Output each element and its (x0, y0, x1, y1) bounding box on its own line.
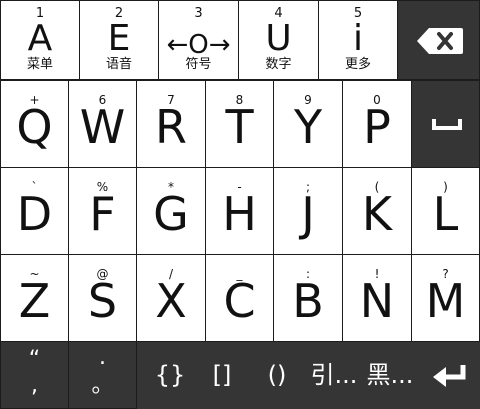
key-letter: M (425, 274, 466, 328)
key-letter: W (79, 100, 126, 154)
key-f[interactable]: % F (68, 167, 137, 255)
key-letter: A (27, 18, 53, 59)
key-p[interactable]: 0 P (342, 80, 412, 168)
key-k[interactable]: ( K (342, 167, 412, 255)
key-letter: H (222, 187, 257, 241)
key-q[interactable]: + Q (0, 80, 69, 168)
key-letter: R (155, 100, 187, 154)
key-s[interactable]: @ S (68, 254, 137, 342)
candidate-braces[interactable]: {} (148, 342, 192, 409)
key-x[interactable]: / X (136, 254, 206, 342)
punct-bottom: , (31, 373, 38, 398)
key-letter: D (16, 187, 53, 241)
key-t[interactable]: 8 T (205, 80, 274, 168)
key-letter: C (223, 274, 256, 328)
key-b[interactable]: : B (273, 254, 343, 342)
backspace-key[interactable] (397, 0, 480, 80)
enter-key[interactable] (420, 342, 480, 409)
space-key[interactable] (411, 80, 480, 168)
key-y[interactable]: 9 Y (273, 80, 343, 168)
key-n[interactable]: ! N (342, 254, 412, 342)
candidate-word-1[interactable]: 引... (306, 342, 362, 409)
key-caption: 语音 (105, 57, 132, 72)
enter-icon (433, 365, 466, 387)
key-g[interactable]: * G (136, 167, 206, 255)
key-o-symbols[interactable]: 3 ←O→ 符号 (158, 0, 239, 80)
key-letter: T (225, 100, 254, 154)
key-letter: J (301, 187, 315, 241)
key-h[interactable]: - H (205, 167, 274, 255)
key-letter: F (89, 187, 116, 241)
key-caption: 菜单 (26, 57, 53, 72)
key-j[interactable]: ; J (273, 167, 343, 255)
punct-top: . (99, 345, 106, 370)
key-letter: N (359, 274, 395, 328)
key-number: 3 (194, 6, 203, 21)
punctuation-key-period[interactable]: . 。 (68, 341, 137, 409)
key-caption: 更多 (344, 57, 371, 72)
space-icon (432, 119, 462, 130)
punct-top: “ (28, 347, 41, 372)
key-letter: Q (16, 100, 53, 154)
key-d[interactable]: ` D (0, 167, 69, 255)
key-letter: X (155, 274, 187, 328)
key-letter: Y (293, 100, 323, 154)
punct-bottom: 。 (91, 373, 114, 398)
key-letter: i (352, 18, 363, 59)
key-w[interactable]: 6 W (68, 80, 137, 168)
key-letter: S (87, 274, 118, 328)
key-letter: P (363, 100, 391, 154)
key-e-voice[interactable]: 2 E 语音 (79, 0, 159, 80)
key-caption: 符号 (185, 57, 212, 72)
key-letter: G (153, 187, 189, 241)
key-r[interactable]: 7 R (136, 80, 206, 168)
backspace-icon (417, 28, 463, 54)
key-z[interactable]: ~ Z (0, 254, 69, 342)
key-u-numbers[interactable]: 4 U 数字 (238, 0, 319, 80)
key-l[interactable]: ) L (411, 167, 480, 255)
key-letter: K (361, 187, 393, 241)
key-caption: 数字 (265, 57, 292, 72)
candidate-word-2[interactable]: 黑... (362, 342, 418, 409)
candidate-parens[interactable]: () (255, 342, 299, 409)
key-letter: E (107, 18, 131, 59)
key-letter: L (432, 187, 459, 241)
key-m[interactable]: ? M (411, 254, 480, 342)
key-letter: B (292, 274, 324, 328)
key-letter: U (265, 18, 292, 59)
key-letter: Z (18, 274, 51, 328)
key-a-menu[interactable]: 1 A 菜单 (0, 0, 80, 80)
key-c[interactable]: _ C (205, 254, 274, 342)
punctuation-key-quote-comma[interactable]: “ , (0, 341, 69, 409)
key-i-more[interactable]: 5 i 更多 (318, 0, 398, 80)
candidate-brackets[interactable]: [] (200, 342, 244, 409)
